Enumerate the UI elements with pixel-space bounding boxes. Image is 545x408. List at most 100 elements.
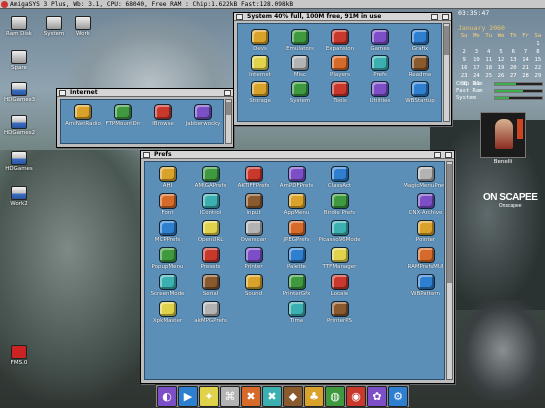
icon-label: AKTIFFPrefs xyxy=(237,183,270,189)
icon-wbpattern[interactable]: WBPattern xyxy=(404,274,444,297)
dock-app-icon[interactable]: ✦ xyxy=(199,386,219,407)
desktop-icon-hdgames2[interactable]: HDGames2 xyxy=(4,115,35,136)
icon-misc[interactable]: Misc xyxy=(280,55,320,78)
depth-icon[interactable] xyxy=(224,89,231,96)
icon-xpkmaster[interactable]: XpkMaster xyxy=(146,301,189,324)
icon-games[interactable]: Games xyxy=(360,29,400,52)
close-icon[interactable] xyxy=(143,151,150,158)
icon-system[interactable]: System xyxy=(280,81,320,104)
icon-internet[interactable]: Internet xyxy=(240,55,280,78)
dock-app-icon[interactable]: ◆ xyxy=(283,386,303,407)
icon-openurl[interactable]: OpenURL xyxy=(189,220,232,243)
icon-picasso96mode[interactable]: Picasso96Mode xyxy=(318,220,361,243)
icon-jabberwocky[interactable]: Jabberwocky xyxy=(183,104,223,127)
dock-app-icon[interactable]: ◍ xyxy=(325,386,345,407)
dock-app-icon[interactable]: ▶ xyxy=(178,386,198,407)
prefs-window[interactable]: Prefs AHI AMIGAPrefs AKTIFFPrefs AmPDFPrefs… xyxy=(140,150,455,384)
desktop-icon-fms-0[interactable]: FMS.0 xyxy=(4,345,34,366)
depth-icon[interactable] xyxy=(445,151,452,158)
icon-classact[interactable]: ClassAct xyxy=(318,166,361,189)
icon-utilities[interactable]: Utilities xyxy=(360,81,400,104)
icon-storage[interactable]: Storage xyxy=(240,81,280,104)
prefs-icon xyxy=(371,55,389,71)
icon-ftpmountdir[interactable]: FTPMountDir xyxy=(103,104,143,127)
desktop-icon-work2[interactable]: Work2 xyxy=(4,186,34,207)
desktop-icon-system[interactable]: System xyxy=(39,16,69,37)
close-icon[interactable] xyxy=(236,13,243,20)
desktop-icon-ram-disk[interactable]: Ram Disk xyxy=(4,16,34,37)
icon-font[interactable]: Font xyxy=(146,193,189,216)
icon-mcpprefs[interactable]: MCPPrefs xyxy=(146,220,189,243)
icon-overscan[interactable]: Overscan xyxy=(232,220,275,243)
icon-input[interactable]: Input xyxy=(232,193,275,216)
dock-app-icon[interactable]: ✿ xyxy=(367,386,387,407)
dock-app-icon[interactable]: ⌘ xyxy=(220,386,240,407)
close-icon[interactable] xyxy=(59,89,66,96)
amiga-logo-icon xyxy=(1,0,8,8)
icon-prefs[interactable]: Prefs xyxy=(360,55,400,78)
desktop-icon-hdgames3[interactable]: HDGames3 xyxy=(4,82,35,103)
desktop-icon-hdgames[interactable]: HDGames xyxy=(4,151,34,172)
icon-cnx-archive[interactable]: CNX-Archive xyxy=(404,193,444,216)
dock-app-icon[interactable]: ♣ xyxy=(304,386,324,407)
icon-printergfx[interactable]: PrinterGfx xyxy=(275,274,318,297)
dock-app-icon[interactable]: ✖ xyxy=(262,386,282,407)
zoom-icon[interactable] xyxy=(434,151,441,158)
icon-screenmode[interactable]: ScreenMode xyxy=(146,274,189,297)
dock-app-icon[interactable]: ⚙ xyxy=(388,386,408,407)
icon-wbstartup[interactable]: WBStartup xyxy=(400,81,440,104)
icon-magicmenuprefs[interactable]: MagicMenuPrefs xyxy=(404,166,444,189)
icon-icontrol[interactable]: IControl xyxy=(189,193,232,216)
system-window-titlebar[interactable]: System 40% full, 100M free, 91M in use xyxy=(234,13,451,21)
icon-expansion[interactable]: Expansion xyxy=(320,29,360,52)
icon-time[interactable]: Time xyxy=(275,301,318,324)
desktop-icon-spare[interactable]: Spare xyxy=(4,50,34,71)
workbench-title-bar[interactable]: AmigaSYS 3 Plus, Wb: 3.1, CPU: 68040, Fr… xyxy=(0,0,545,9)
icon-players[interactable]: Players xyxy=(320,55,360,78)
icon-locale[interactable]: Locale xyxy=(318,274,361,297)
dock-app-icon[interactable]: ◐ xyxy=(157,386,177,407)
dock-app-icon[interactable]: ◉ xyxy=(346,386,366,407)
icon-palette[interactable]: Palette xyxy=(275,247,318,270)
icon-label: Grafix xyxy=(411,46,429,52)
icon-appmenu[interactable]: AppMenu xyxy=(275,193,318,216)
internet-scrollbar[interactable] xyxy=(225,99,232,144)
icon-ampdfprefs[interactable]: AmPDFPrefs xyxy=(275,166,318,189)
icon-birdie-prefs[interactable]: Birdie Prefs xyxy=(318,193,361,216)
dock-app-icon[interactable]: ✖ xyxy=(241,386,261,407)
internet-window[interactable]: Internet AmiNetRadio FTPMountDir IBrowse Ja… xyxy=(56,88,234,148)
icon-printer[interactable]: Printer xyxy=(232,247,275,270)
icon-amigaprefs[interactable]: AMIGAPrefs xyxy=(189,166,232,189)
icon-ramprefsmui[interactable]: RAMPrefsMUI xyxy=(404,247,444,270)
internet-window-titlebar[interactable]: Internet xyxy=(57,89,233,97)
icon-pointer[interactable]: Pointer xyxy=(404,220,444,243)
empty-slot xyxy=(361,193,404,216)
icon-emulators[interactable]: Emulators xyxy=(280,29,320,52)
icon-ahi[interactable]: AHI xyxy=(146,166,189,189)
icon-sound[interactable]: Sound xyxy=(232,274,275,297)
icon-akmpgprefs[interactable]: akMPGPrefs xyxy=(189,301,232,324)
icon-aktiffprefs[interactable]: AKTIFFPrefs xyxy=(232,166,275,189)
icon-jpegprefs[interactable]: JPEGPrefs xyxy=(275,220,318,243)
icon-serial[interactable]: Serial xyxy=(189,274,232,297)
icon-readme[interactable]: Readme xyxy=(400,55,440,78)
calendar-day: 7 xyxy=(523,49,528,55)
depth-icon[interactable] xyxy=(442,13,449,20)
prefs-window-titlebar[interactable]: Prefs xyxy=(141,151,454,159)
icon-devs[interactable]: Devs xyxy=(240,29,280,52)
grafix-icon xyxy=(411,29,429,45)
system-scrollbar[interactable] xyxy=(443,23,450,122)
icon-ttfmanager[interactable]: TTFManager xyxy=(318,247,361,270)
prefs-scrollbar[interactable] xyxy=(446,161,453,380)
icon-tools[interactable]: Tools xyxy=(320,81,360,104)
icon-popupmenu[interactable]: PopupMenu xyxy=(146,247,189,270)
zoom-icon[interactable] xyxy=(431,13,438,20)
meter-label: System xyxy=(456,94,476,101)
icon-ibrowse[interactable]: IBrowse xyxy=(143,104,183,127)
icon-printerps[interactable]: PrinterPS xyxy=(318,301,361,324)
desktop-icon-work[interactable]: Work xyxy=(68,16,98,37)
icon-aminetradio[interactable]: AmiNetRadio xyxy=(63,104,103,127)
system-window[interactable]: System 40% full, 100M free, 91M in use D… xyxy=(233,12,452,126)
icon-presets[interactable]: Presets xyxy=(189,247,232,270)
icon-grafix[interactable]: Grafix xyxy=(400,29,440,52)
